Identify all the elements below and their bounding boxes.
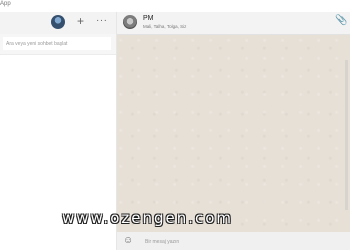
left-header: + ··· [0,12,116,34]
message-area [117,35,350,232]
scrollbar[interactable] [345,60,348,210]
watermark: www.ozengen.com [62,209,234,227]
message-input[interactable] [139,235,339,248]
title-bar: App [0,0,350,12]
app-title: App [0,1,11,7]
more-options-icon[interactable]: ··· [96,14,108,28]
chat-title: PM [143,15,154,22]
message-composer: ☺ [117,232,350,250]
search-box [0,34,116,55]
chat-header[interactable]: PM Mali, Talha, Tolga, Siz 📎 [117,12,350,35]
chat-participants: Mali, Talha, Tolga, Siz [143,24,187,29]
emoji-icon[interactable]: ☺ [123,235,133,247]
search-input[interactable] [3,37,111,50]
new-chat-icon[interactable]: + [77,14,84,28]
avatar[interactable] [51,15,65,29]
app-window: App + ··· PM Mali, Talha, Tolga, Siz 📎 ☺… [0,0,350,250]
attach-icon[interactable]: 📎 [335,15,347,27]
group-avatar[interactable] [123,15,137,29]
